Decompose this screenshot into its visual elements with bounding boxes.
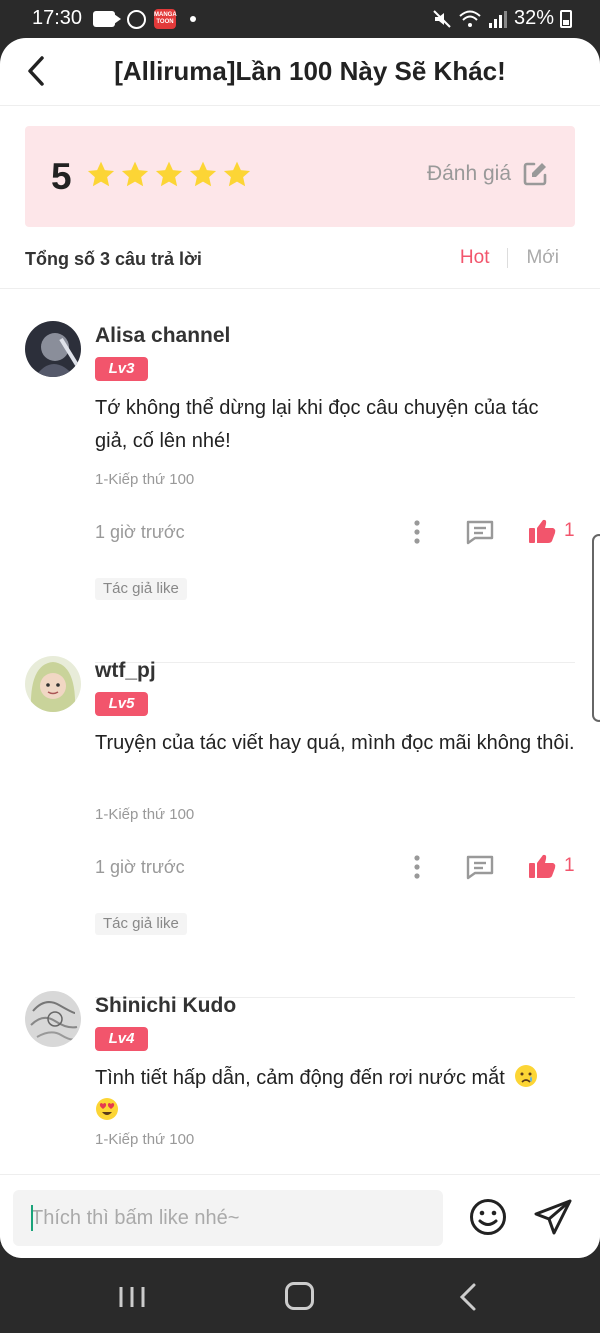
like-button[interactable]: 1 xyxy=(528,853,575,879)
star-icon xyxy=(189,161,217,187)
emoji-picker-icon[interactable] xyxy=(468,1197,508,1237)
status-time: 17:30 xyxy=(32,7,83,29)
page-title: [Alliruma]Lần 100 Này Sẽ Khác! xyxy=(114,56,506,86)
more-options-icon[interactable] xyxy=(410,854,424,880)
comment-list[interactable]: Alisa channel Lv3 Tớ không thể dừng lại … xyxy=(0,289,600,1174)
rating-summary: 5 Đánh giá xyxy=(25,126,575,227)
comment-author[interactable]: Alisa channel xyxy=(95,324,230,348)
rate-button[interactable]: Đánh giá xyxy=(427,160,549,188)
crying-face-emoji-icon xyxy=(515,1065,538,1087)
comment-item: wtf_pj Lv5 Truyện của tác viết hay quá, … xyxy=(0,624,600,959)
comment-input-bar xyxy=(0,1174,600,1258)
send-icon[interactable] xyxy=(532,1197,574,1237)
mute-icon xyxy=(433,9,451,28)
comment-chapter[interactable]: 1-Kiếp thứ 100 xyxy=(95,471,194,488)
like-count: 1 xyxy=(564,520,575,541)
battery-percent: 32% xyxy=(513,7,554,29)
rating-score: 5 xyxy=(51,156,72,197)
comment-time: 1 giờ trước xyxy=(95,857,185,877)
sort-new-tab[interactable]: Mới xyxy=(526,247,559,269)
author-like-badge: Tác giả like xyxy=(95,913,187,935)
recent-apps-icon[interactable] xyxy=(118,1285,146,1309)
reply-icon[interactable] xyxy=(465,854,495,880)
heart-eyes-face-emoji-icon xyxy=(96,1098,118,1120)
avatar[interactable] xyxy=(25,991,81,1047)
signal-icon xyxy=(488,10,507,28)
edit-icon xyxy=(523,162,547,186)
like-count: 1 xyxy=(564,855,575,876)
comment-input[interactable] xyxy=(13,1190,443,1246)
status-bar: 17:30 MANGA TOON 32% xyxy=(0,0,600,38)
star-icon xyxy=(87,161,115,187)
comment-chapter[interactable]: 1-Kiếp thứ 100 xyxy=(95,1131,194,1148)
reply-count: Tổng số 3 câu trả lời xyxy=(25,249,202,269)
comment-item: Shinichi Kudo Lv4 Tình tiết hấp dẫn, cảm… xyxy=(0,959,600,1174)
author-like-badge: Tác giả like xyxy=(95,578,187,600)
comment-chapter[interactable]: 1-Kiếp thứ 100 xyxy=(95,806,194,823)
scroll-handle[interactable] xyxy=(592,534,600,722)
comment-input-wrapper xyxy=(13,1190,443,1246)
comment-author[interactable]: Shinichi Kudo xyxy=(95,994,236,1018)
more-options-icon[interactable] xyxy=(410,519,424,545)
level-badge: Lv4 xyxy=(95,1027,148,1051)
battery-icon xyxy=(560,9,572,28)
video-icon xyxy=(93,11,121,27)
comment-text: Tớ không thể dừng lại khi đọc câu chuyện… xyxy=(95,397,539,452)
home-icon[interactable] xyxy=(285,1282,314,1310)
star-icon xyxy=(223,161,251,187)
rating-stars xyxy=(85,159,253,191)
star-icon xyxy=(155,161,183,187)
system-nav-bar xyxy=(0,1258,600,1333)
sort-divider xyxy=(507,248,509,268)
comment-author[interactable]: wtf_pj xyxy=(95,659,156,683)
level-badge: Lv3 xyxy=(95,357,148,381)
comment-text-block: Tình tiết hấp dẫn, cảm động đến rơi nước… xyxy=(95,1062,575,1128)
like-button[interactable]: 1 xyxy=(528,518,575,544)
text-caret xyxy=(31,1205,33,1231)
wifi-icon xyxy=(459,10,481,27)
notification-dot-icon xyxy=(190,16,196,22)
header: [Alliruma]Lần 100 Này Sẽ Khác! xyxy=(0,38,600,106)
circle-icon xyxy=(127,9,146,29)
star-icon xyxy=(121,161,149,187)
comment-time: 1 giờ trước xyxy=(95,522,185,542)
app-notification-icon: MANGA TOON xyxy=(154,9,177,29)
avatar[interactable] xyxy=(25,321,81,377)
status-left-icons: MANGA TOON xyxy=(93,9,196,29)
rating-sheet: [Alliruma]Lần 100 Này Sẽ Khác! 5 Đánh gi… xyxy=(0,38,600,1258)
back-arrow-icon[interactable] xyxy=(22,54,50,88)
thumbs-up-icon xyxy=(529,519,556,543)
sort-tabs: Hot Mới xyxy=(460,247,559,269)
level-badge: Lv5 xyxy=(95,692,148,716)
rate-label: Đánh giá xyxy=(426,162,511,185)
comment-text: Tình tiết hấp dẫn, cảm động đến rơi nước… xyxy=(95,1067,505,1089)
reply-icon[interactable] xyxy=(465,519,495,545)
sort-hot-tab[interactable]: Hot xyxy=(460,247,490,269)
status-right-icons: 32% xyxy=(432,7,572,30)
thumbs-up-icon xyxy=(529,854,556,878)
system-back-icon[interactable] xyxy=(458,1282,478,1312)
comment-text: Truyện của tác viết hay quá, mình đọc mã… xyxy=(95,732,575,754)
comment-item: Alisa channel Lv3 Tớ không thể dừng lại … xyxy=(0,289,600,624)
avatar[interactable] xyxy=(25,656,81,712)
